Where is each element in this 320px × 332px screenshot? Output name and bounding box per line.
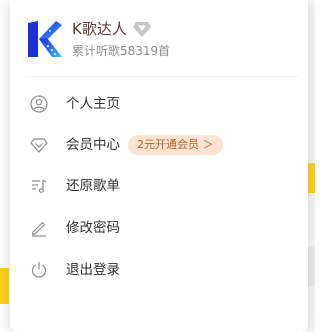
menu-item-restore-playlist[interactable]: 还原歌单: [10, 166, 308, 206]
menu-item-label: 修改密码: [66, 220, 120, 236]
background-accent-block-left: [0, 268, 9, 304]
profile-header[interactable]: K歌达人 累计听歌58319首: [10, 0, 308, 76]
app-logo-icon: [28, 21, 62, 57]
profile-divider: [26, 76, 298, 77]
playlist-restore-icon: [32, 179, 47, 193]
background-accent-block: [307, 163, 315, 193]
vip-promo-badge[interactable]: 2元开通会员 ＞: [128, 135, 223, 155]
menu-item-vip-center[interactable]: 会员中心 2元开通会员 ＞: [10, 125, 308, 165]
menu-item-label: 还原歌单: [66, 178, 120, 194]
menu-item-label: 会员中心: [66, 137, 120, 153]
power-icon: [31, 261, 47, 278]
menu-item-profile-home[interactable]: 个人主页: [10, 84, 308, 124]
vip-diamond-icon: [133, 22, 151, 37]
diamond-icon: [30, 138, 48, 153]
user-dropdown-menu: K歌达人 累计听歌58319首 个人主页 会员中心 2元开通会员 ＞ 还原歌单 …: [10, 0, 308, 332]
pencil-icon: [31, 221, 46, 237]
menu-item-label: 退出登录: [66, 262, 120, 278]
user-icon: [30, 95, 48, 113]
listen-stats: 累计听歌58319首: [72, 44, 171, 58]
menu-item-label: 个人主页: [66, 96, 120, 112]
menu-item-logout[interactable]: 退出登录: [10, 250, 308, 290]
username: K歌达人: [72, 20, 127, 38]
menu-item-change-password[interactable]: 修改密码: [10, 208, 308, 248]
